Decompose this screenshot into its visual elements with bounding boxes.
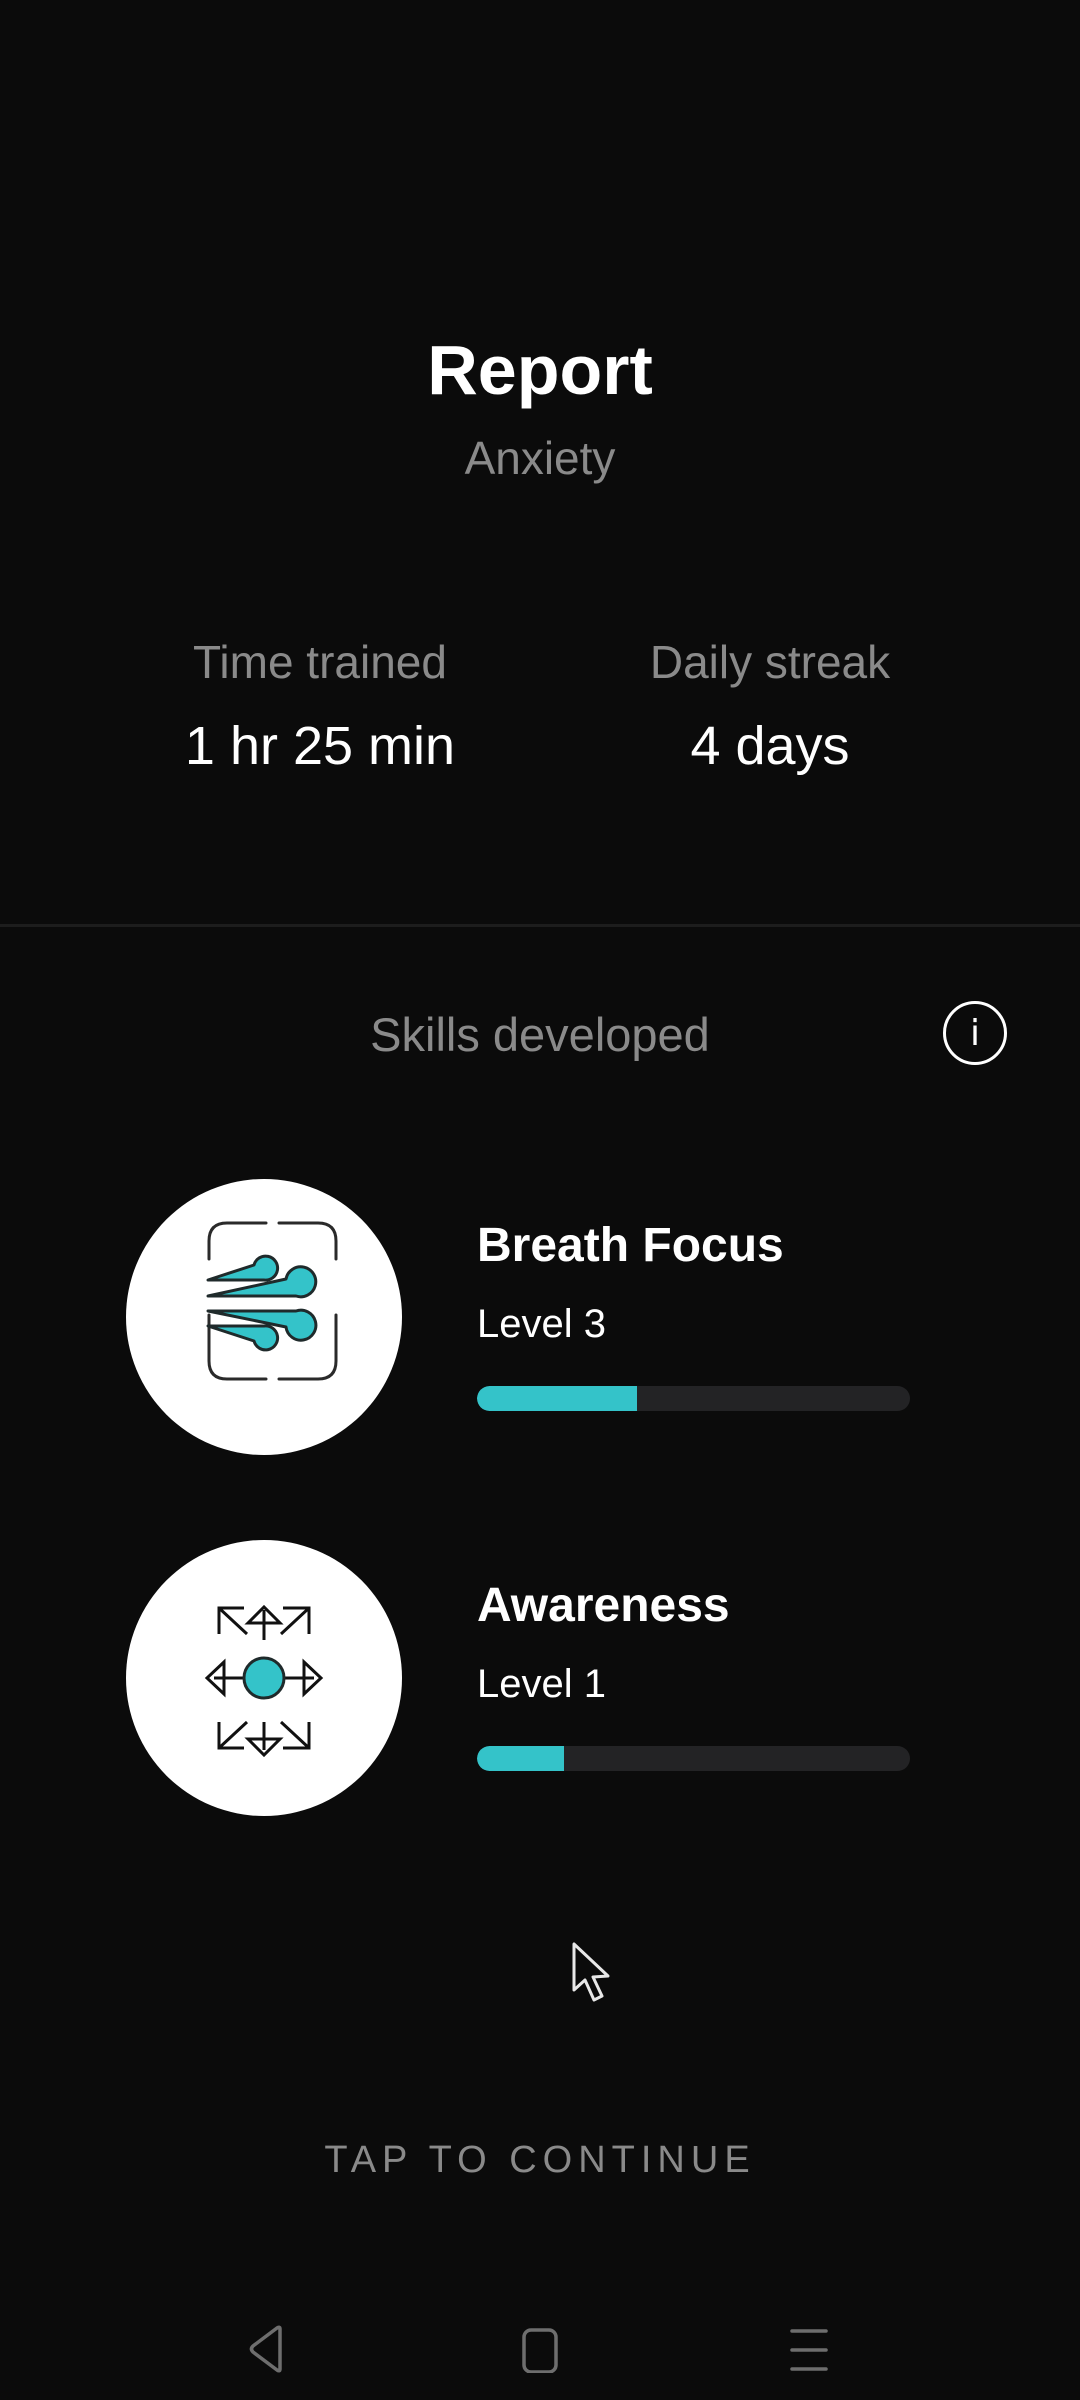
menu-lines-icon (790, 2329, 828, 2371)
skills-heading: Skills developed (370, 1008, 710, 1061)
stat-label: Daily streak (649, 636, 891, 688)
skill-item (126, 1179, 402, 1455)
skill-progress-fill (477, 1746, 564, 1771)
skill-info: Breath Focus Level 3 (477, 1218, 910, 1411)
info-icon: i (969, 1012, 980, 1054)
skill-info: Awareness Level 1 (477, 1578, 910, 1771)
skill-progress-bar (477, 1386, 910, 1411)
skill-name: Breath Focus (477, 1219, 784, 1272)
skill-badge (126, 1179, 402, 1455)
stat-value: 1 hr 25 min (184, 716, 456, 776)
stat-label: Time trained (193, 636, 447, 688)
stat-daily-streak: Daily streak 4 days (520, 634, 1020, 778)
skill-badge (126, 1540, 402, 1816)
arrows-outward-icon (204, 1604, 324, 1758)
skill-progress-bar (477, 1746, 910, 1771)
wind-breath-icon (206, 1221, 338, 1381)
nav-home-button[interactable] (500, 2309, 580, 2389)
back-triangle-icon (249, 2325, 282, 2373)
stat-time-trained: Time trained 1 hr 25 min (70, 634, 570, 778)
page-title: Report (427, 331, 653, 409)
home-square-icon (522, 2328, 558, 2373)
skill-item (126, 1540, 402, 1816)
info-button[interactable]: i (943, 1001, 1007, 1065)
page-subtitle: Anxiety (464, 432, 616, 484)
tap-to-continue-button[interactable]: TAP TO CONTINUE (0, 2136, 1080, 2184)
skill-name: Awareness (477, 1579, 730, 1632)
nav-back-button[interactable] (227, 2309, 307, 2389)
skill-level: Level 1 (477, 1662, 606, 1706)
skill-level: Level 3 (477, 1302, 606, 1346)
stat-value: 4 days (690, 716, 850, 776)
skill-progress-fill (477, 1386, 638, 1411)
mouse-cursor-icon (570, 1940, 616, 2011)
nav-menu-button[interactable] (769, 2309, 849, 2389)
section-divider (0, 924, 1080, 927)
